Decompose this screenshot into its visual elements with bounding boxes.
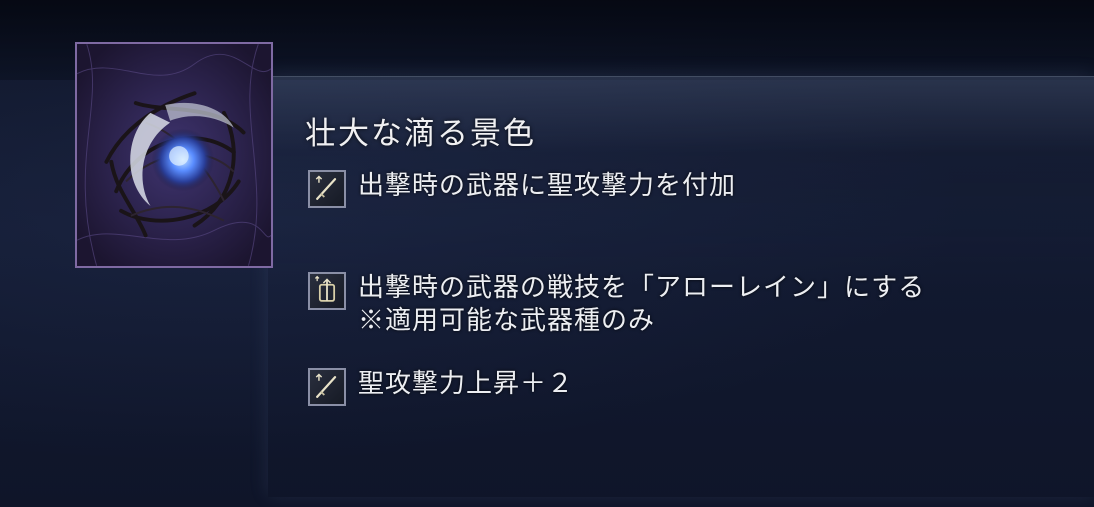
effect-row: 出撃時の武器の戦技を「アローレイン」にする ※適用可能な武器種のみ bbox=[308, 272, 925, 338]
sword-holy-icon bbox=[308, 368, 346, 406]
effect-text: 出撃時の武器に聖攻撃力を付加 bbox=[358, 171, 737, 201]
effect-text: 出撃時の武器の戦技を「アローレイン」にする bbox=[358, 273, 926, 303]
item-title: 壮大な滴る景色 bbox=[305, 116, 536, 152]
sword-holy-icon bbox=[308, 170, 346, 208]
skill-arrow-icon bbox=[308, 272, 346, 310]
effect-text: 聖攻撃力上昇＋２ bbox=[358, 369, 575, 399]
effect-row: 出撃時の武器に聖攻撃力を付加 bbox=[308, 170, 736, 208]
effect-row: 聖攻撃力上昇＋２ bbox=[308, 368, 574, 406]
effect-note: ※適用可能な武器種のみ bbox=[358, 306, 656, 336]
sacred-flask-orb-icon[interactable] bbox=[75, 42, 273, 268]
